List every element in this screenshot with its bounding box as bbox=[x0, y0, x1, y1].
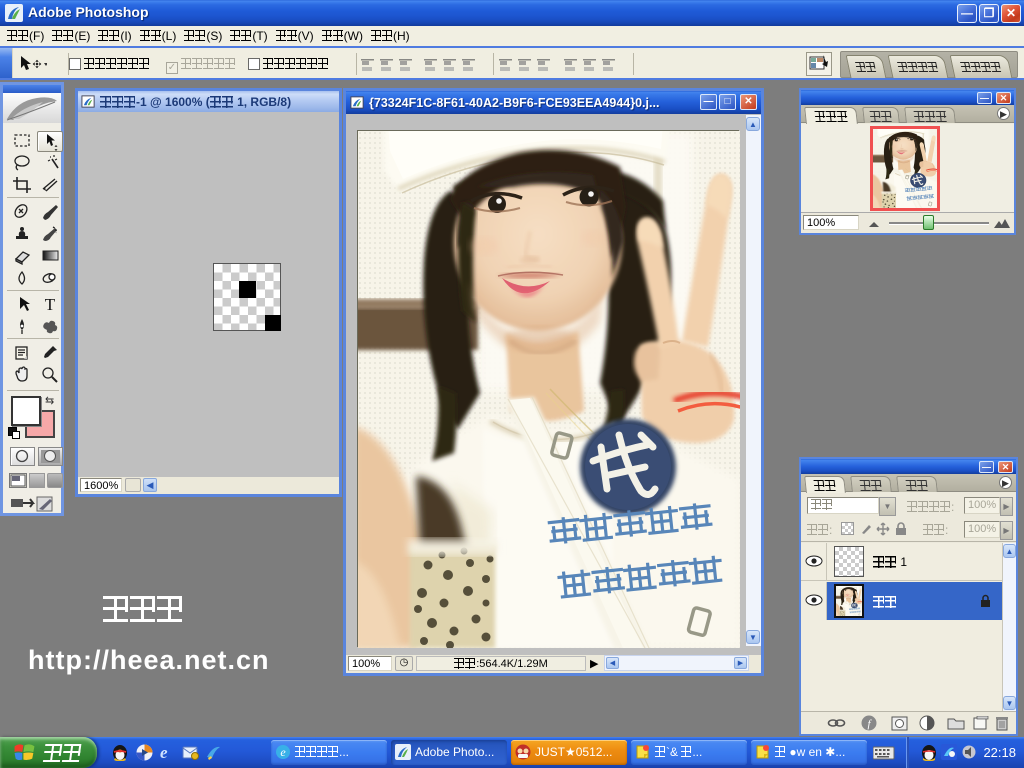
svg-text:e: e bbox=[280, 745, 286, 759]
svg-text:T: T bbox=[45, 295, 56, 314]
